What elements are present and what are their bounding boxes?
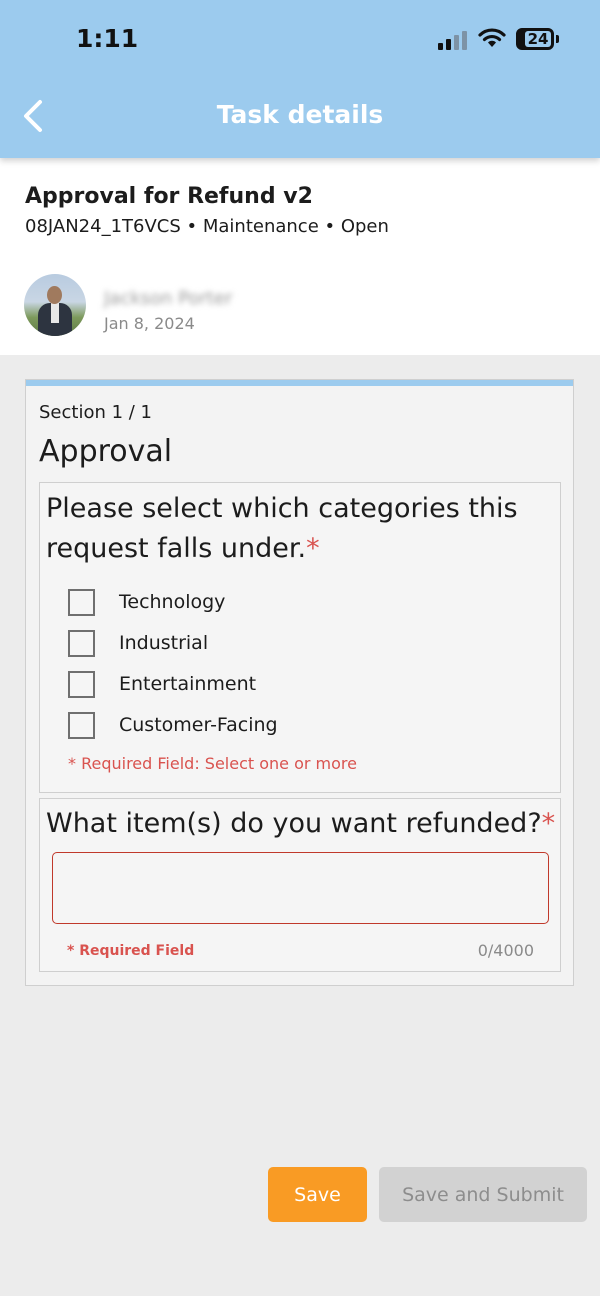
character-count: 0/4000 — [477, 941, 534, 960]
checkbox-industrial[interactable] — [68, 630, 95, 657]
categories-question: Please select which categories this requ… — [39, 482, 561, 793]
required-note: * Required Field: Select one or more — [68, 754, 357, 773]
option-industrial[interactable]: Industrial — [68, 630, 468, 658]
battery-level: 24 — [527, 30, 549, 48]
status-time: 1:11 — [76, 24, 139, 53]
option-customer-facing[interactable]: Customer-Facing — [68, 712, 468, 740]
option-label: Customer-Facing — [119, 714, 278, 736]
required-field-label: * Required Field — [67, 943, 195, 959]
option-label: Industrial — [119, 632, 209, 654]
task-meta: 08JAN24_1T6VCS • Maintenance • Open — [25, 216, 389, 237]
question-text-line2: request falls under.* — [46, 533, 320, 564]
section-label: Section 1 / 1 — [39, 402, 153, 423]
checkbox-entertainment[interactable] — [68, 671, 95, 698]
battery-icon: 24 — [516, 28, 554, 50]
card-accent-bar — [26, 380, 573, 386]
wifi-icon — [478, 28, 506, 47]
app-header: 1:11 24 Task details — [0, 0, 600, 158]
required-asterisk: * — [306, 533, 320, 564]
question-text: What item(s) do you want refunded?* — [46, 808, 556, 839]
option-technology[interactable]: Technology — [68, 589, 468, 617]
option-label: Technology — [119, 591, 226, 613]
checkbox-technology[interactable] — [68, 589, 95, 616]
form-card: Section 1 / 1 Approval Please select whi… — [25, 379, 574, 986]
task-title: Approval for Refund v2 — [25, 184, 313, 209]
user-name: Jackson Porter — [104, 288, 233, 309]
task-summary: Approval for Refund v2 08JAN24_1T6VCS • … — [0, 158, 600, 355]
cellular-signal-icon — [438, 30, 468, 50]
option-entertainment[interactable]: Entertainment — [68, 671, 468, 699]
save-and-submit-button[interactable]: Save and Submit — [379, 1167, 587, 1222]
refund-items-input[interactable] — [52, 852, 549, 924]
option-label: Entertainment — [119, 673, 257, 695]
required-asterisk: * — [541, 808, 556, 839]
page-title: Task details — [216, 100, 384, 129]
task-date: Jan 8, 2024 — [104, 314, 195, 333]
question-text-line1: Please select which categories this — [46, 493, 518, 524]
battery-tip — [556, 35, 559, 43]
avatar — [24, 274, 86, 336]
checkbox-customer-facing[interactable] — [68, 712, 95, 739]
refund-items-question: What item(s) do you want refunded?* * Re… — [39, 798, 561, 972]
section-title: Approval — [39, 434, 173, 469]
save-button[interactable]: Save — [268, 1167, 367, 1222]
